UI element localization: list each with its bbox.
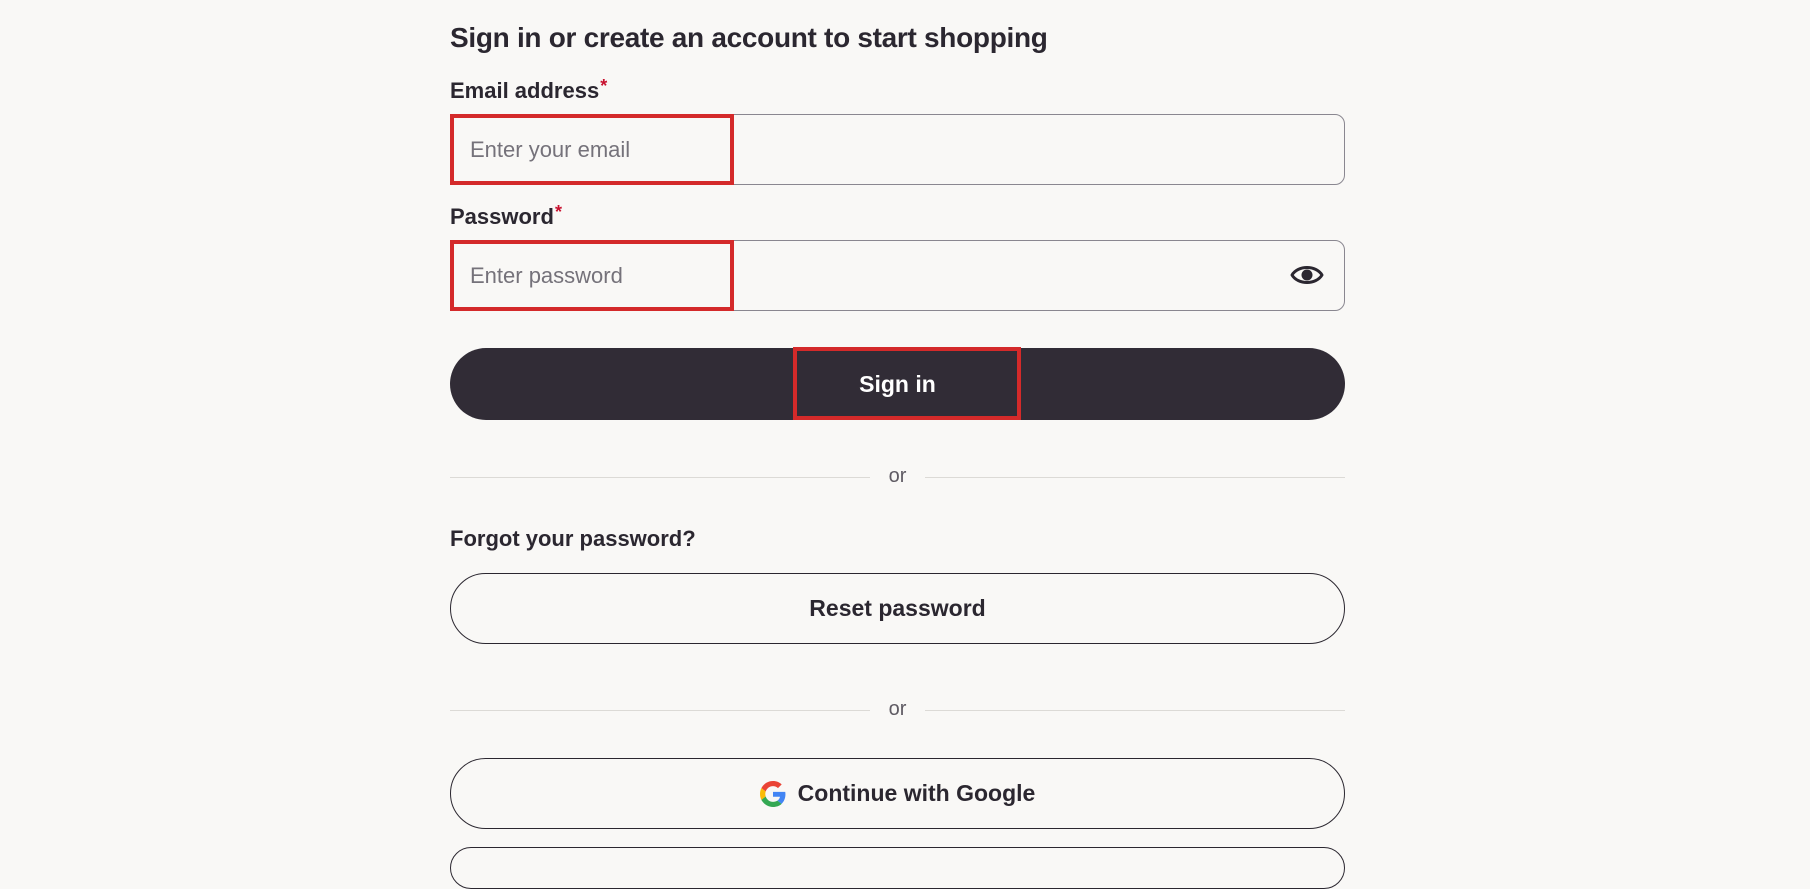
- eye-icon[interactable]: [1290, 261, 1324, 289]
- sign-in-button-label: Sign in: [859, 370, 936, 397]
- divider-line: [925, 477, 1345, 478]
- continue-with-google-button[interactable]: Continue with Google: [450, 758, 1345, 829]
- google-button-label: Continue with Google: [797, 780, 1036, 806]
- email-label-text: Email address: [450, 78, 600, 103]
- next-button-partial[interactable]: [450, 847, 1345, 889]
- password-field[interactable]: [451, 241, 1344, 310]
- sign-in-button[interactable]: Sign in: [450, 348, 1345, 420]
- required-mark: *: [554, 202, 562, 222]
- password-label-text: Password: [450, 204, 554, 229]
- page-title: Sign in or create an account to start sh…: [450, 22, 1048, 53]
- email-label: Email address*: [450, 76, 608, 104]
- password-field-container: [450, 240, 1345, 311]
- google-logo-icon: [759, 780, 786, 807]
- email-field-container: [450, 114, 1345, 185]
- required-mark: *: [600, 76, 608, 96]
- email-field[interactable]: [451, 115, 1344, 184]
- forgot-password-text: Forgot your password?: [450, 526, 696, 551]
- reset-password-button[interactable]: Reset password: [450, 573, 1345, 644]
- divider-line: [925, 710, 1345, 711]
- or-divider: or: [450, 465, 1345, 489]
- reset-password-label: Reset password: [809, 595, 986, 621]
- or-divider-2: or: [450, 698, 1345, 722]
- password-label: Password*: [450, 202, 562, 230]
